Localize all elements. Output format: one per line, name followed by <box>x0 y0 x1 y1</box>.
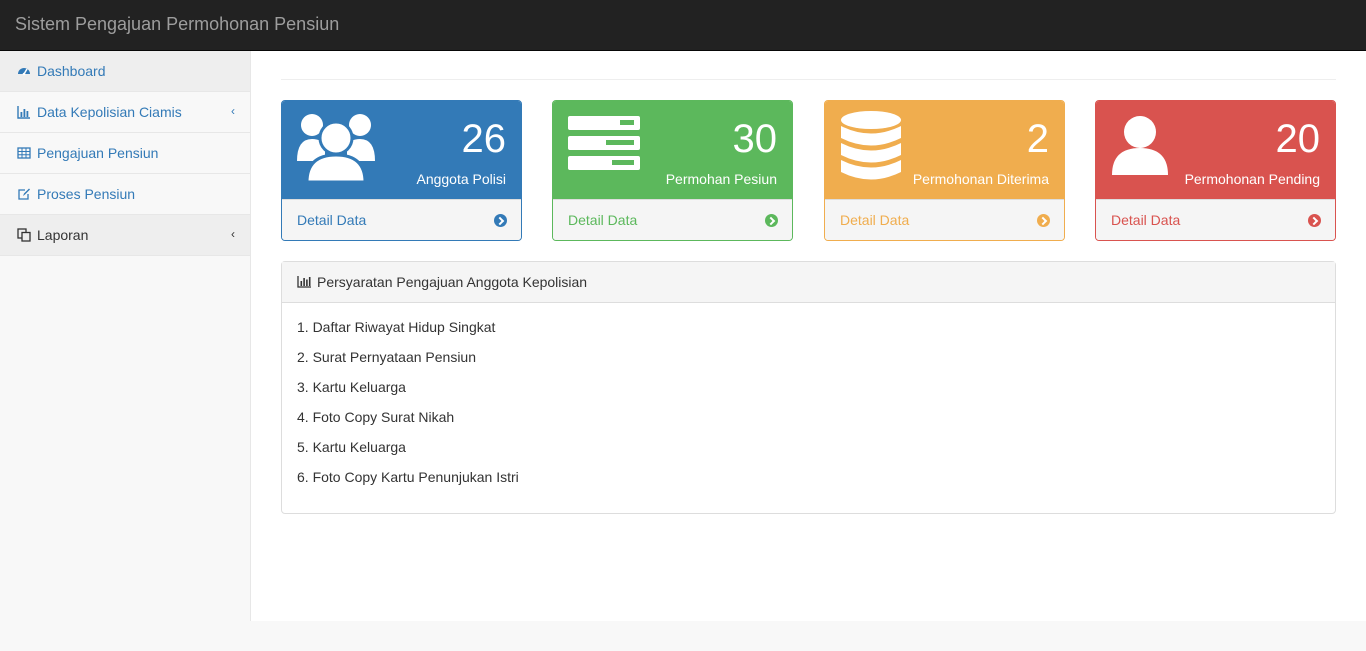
bar-chart-icon <box>17 106 30 119</box>
card-heading: 30 Permohan Pesiun <box>553 101 792 199</box>
card-heading: 26 Anggota Polisi <box>282 101 521 199</box>
list-item: 2. Surat Pernyataan Pensiun <box>297 349 477 365</box>
chevron-left-icon: ‹ <box>231 227 235 241</box>
list-item: 4. Foto Copy Surat Nikah <box>297 409 455 425</box>
detail-data-label: Detail Data <box>297 212 367 228</box>
requirements-list: 1. Daftar Riwayat Hidup Singkat 2. Surat… <box>282 303 1335 515</box>
database-icon <box>841 111 901 180</box>
detail-data-link[interactable]: Detail Data <box>282 199 521 240</box>
sidebar-item-label: Pengajuan Pensiun <box>37 145 159 161</box>
bar-chart-icon <box>297 276 311 288</box>
server-icon <box>568 116 640 170</box>
sidebar-item-data-kepolisian[interactable]: Data Kepolisian Ciamis ‹ <box>0 92 250 133</box>
detail-data-label: Detail Data <box>568 212 638 228</box>
sidebar-item-label: Dashboard <box>37 63 106 79</box>
sidebar-item-proses-pensiun[interactable]: Proses Pensiun <box>0 174 250 215</box>
card-heading: 20 Permohonan Pending <box>1096 101 1335 199</box>
main-content: 26 Anggota Polisi Detail Data 30 Permoha… <box>251 51 1366 621</box>
chevron-left-icon: ‹ <box>231 104 235 118</box>
dashboard-icon <box>18 68 30 76</box>
list-item: 1. Daftar Riwayat Hidup Singkat <box>297 319 496 335</box>
card-permohonan-pending: 20 Permohonan Pending Detail Data <box>1095 100 1336 241</box>
card-label: Anggota Polisi <box>416 171 506 187</box>
list-item: 3. Kartu Keluarga <box>297 379 406 395</box>
card-heading: 2 Permohonan Diterima <box>825 101 1064 199</box>
card-label: Permohonan Diterima <box>912 171 1049 187</box>
sidebar-item-dashboard[interactable]: Dashboard <box>0 51 250 92</box>
card-value: 20 <box>1275 117 1321 161</box>
card-label: Permohan Pesiun <box>665 171 777 187</box>
app-title[interactable]: Sistem Pengajuan Permohonan Pensiun <box>15 14 339 35</box>
card-anggota-polisi: 26 Anggota Polisi Detail Data <box>281 100 522 241</box>
arrow-circle-right-icon <box>765 214 778 227</box>
card-label: Permohonan Pending <box>1184 171 1320 187</box>
copy-icon <box>17 228 31 242</box>
list-item: 6. Foto Copy Kartu Penunjukan Istri <box>297 469 519 485</box>
card-value: 30 <box>732 117 778 161</box>
sidebar-item-pengajuan-pensiun[interactable]: Pengajuan Pensiun <box>0 133 250 174</box>
card-permohonan-diterima: 2 Permohonan Diterima Detail Data <box>824 100 1065 241</box>
panel-heading: Persyaratan Pengajuan Anggota Kepolisian <box>282 262 1335 303</box>
panel-title: Persyaratan Pengajuan Anggota Kepolisian <box>317 274 588 290</box>
top-navbar: Sistem Pengajuan Permohonan Pensiun <box>0 0 1366 51</box>
sidebar-item-label: Laporan <box>37 227 89 243</box>
page-footer-area <box>0 621 1366 651</box>
users-icon <box>297 114 375 184</box>
card-value: 26 <box>461 117 507 161</box>
detail-data-label: Detail Data <box>1111 212 1181 228</box>
table-icon <box>17 147 31 159</box>
card-permohan-pesiun: 30 Permohan Pesiun Detail Data <box>552 100 793 241</box>
arrow-circle-right-icon <box>1308 214 1321 227</box>
arrow-circle-right-icon <box>494 214 507 227</box>
user-icon <box>1112 116 1168 175</box>
sidebar-item-label: Proses Pensiun <box>37 186 136 202</box>
card-value: 2 <box>1026 117 1049 161</box>
sidebar-item-label: Data Kepolisian Ciamis <box>37 104 182 120</box>
sidebar-item-laporan[interactable]: Laporan ‹ <box>0 215 250 256</box>
sidebar: Dashboard Data Kepolisian Ciamis ‹ Penga… <box>0 51 251 621</box>
detail-data-link[interactable]: Detail Data <box>1096 199 1335 240</box>
list-item: 5. Kartu Keluarga <box>297 439 406 455</box>
requirements-panel: Persyaratan Pengajuan Anggota Kepolisian… <box>281 261 1336 514</box>
page-divider <box>281 79 1336 80</box>
detail-data-link[interactable]: Detail Data <box>825 199 1064 240</box>
edit-icon <box>18 188 30 200</box>
arrow-circle-right-icon <box>1037 214 1050 227</box>
detail-data-link[interactable]: Detail Data <box>553 199 792 240</box>
detail-data-label: Detail Data <box>840 212 910 228</box>
